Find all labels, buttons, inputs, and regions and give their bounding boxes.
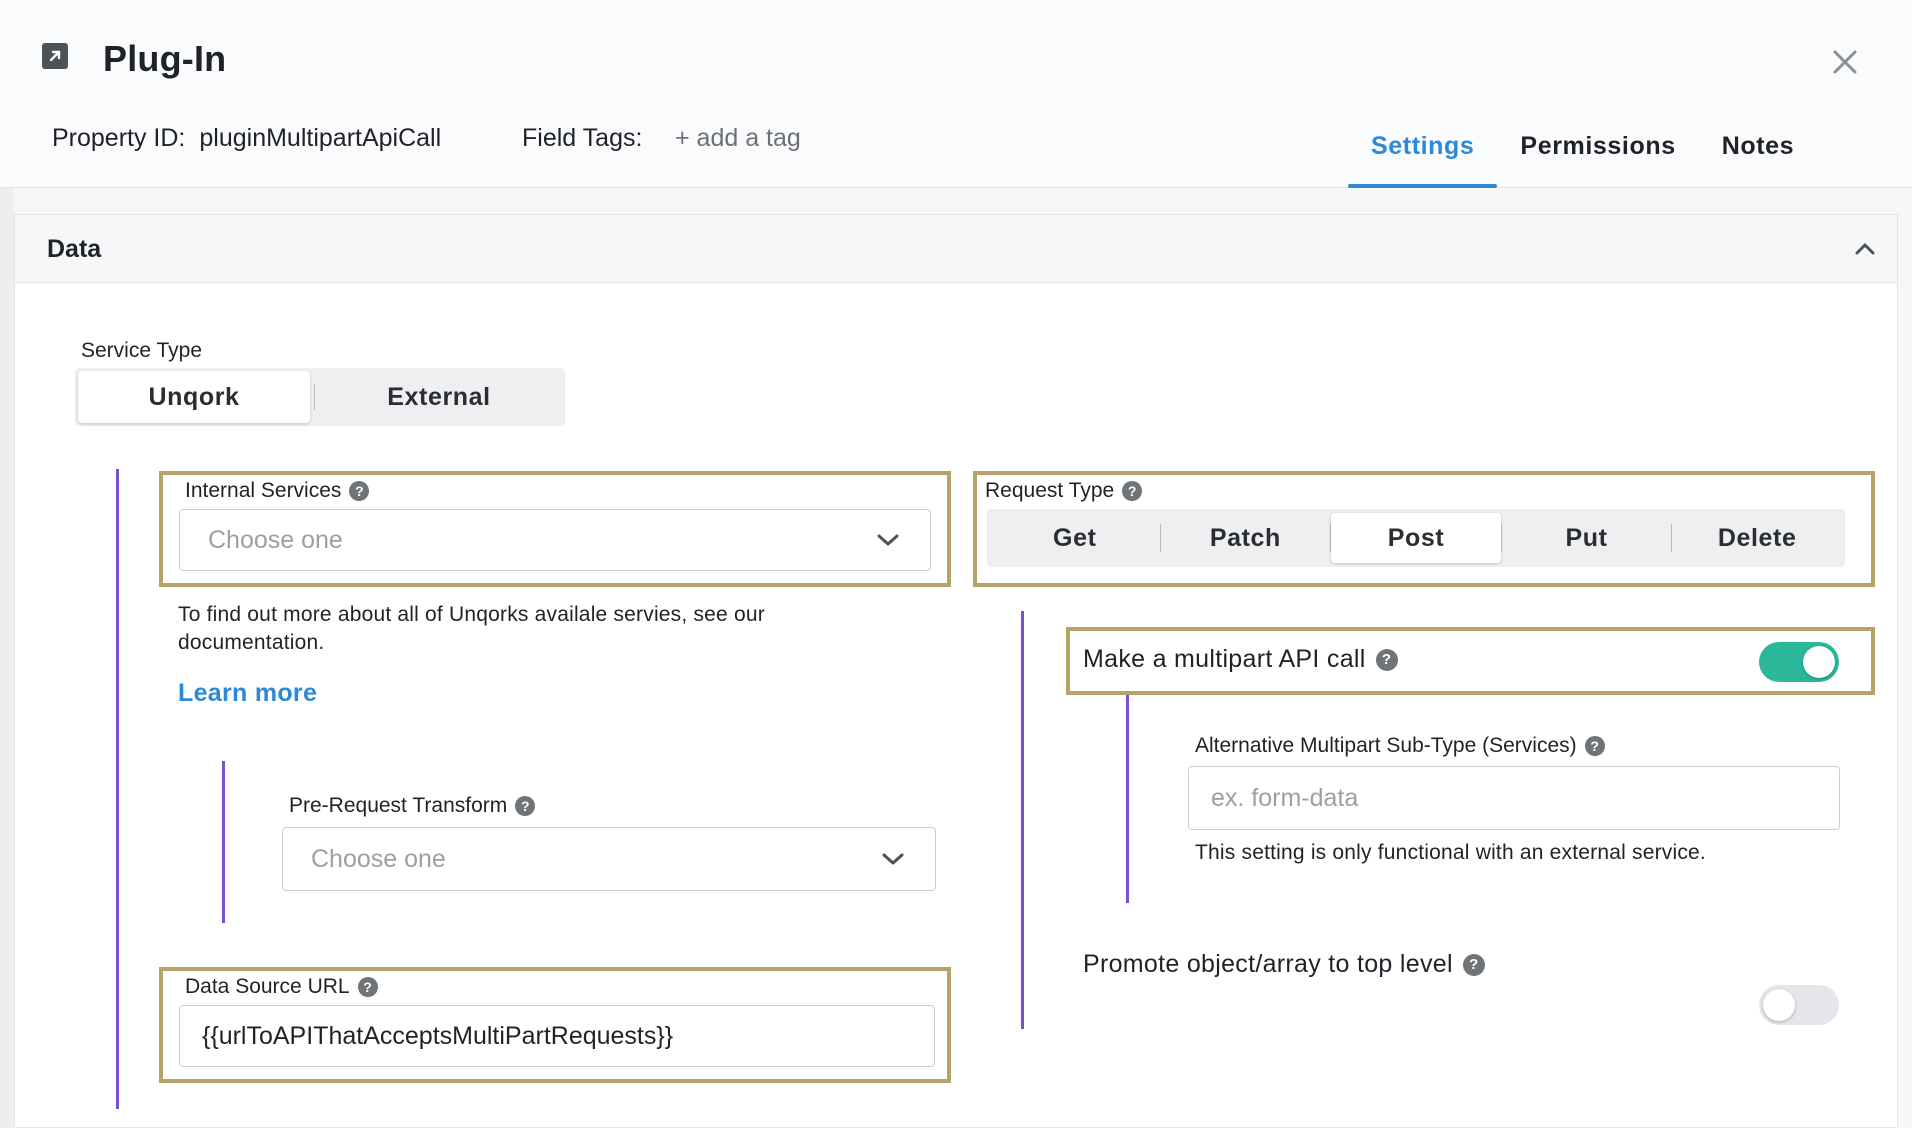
request-type-patch[interactable]: Patch [1161,513,1331,563]
modal-header: Plug-In Property ID: pluginMultipartApiCa… [0,0,1912,188]
data-panel: Data Service Type Unqork External Intern… [14,214,1898,1128]
chevron-down-icon [882,853,904,865]
chevron-down-icon [877,534,899,546]
multipart-label: Make a multipart API call ? [1083,645,1398,674]
pre-request-transform-placeholder: Choose one [311,844,446,873]
service-type-toggle: Unqork External [75,368,565,426]
promote-label-text: Promote object/array to top level [1083,950,1453,978]
alt-subtype-label-text: Alternative Multipart Sub-Type (Services… [1195,734,1577,757]
external-link-icon [42,43,68,69]
pre-request-transform-select[interactable]: Choose one [282,827,936,891]
close-button[interactable] [1827,44,1863,80]
pre-request-transform-label-text: Pre-Request Transform [289,794,508,817]
nesting-line-multipart [1126,695,1129,903]
property-id-label: Property ID: [52,124,186,152]
service-type-unqork[interactable]: Unqork [78,371,310,423]
internal-services-select[interactable]: Choose one [179,509,931,571]
data-source-url-input[interactable]: {{urlToAPIThatAcceptsMultiPartRequests}} [179,1005,935,1067]
internal-services-placeholder: Choose one [208,525,343,554]
request-type-toggle: Get Patch Post Put Delete [987,509,1845,567]
help-icon[interactable]: ? [349,481,370,501]
panel-title: Data [47,235,102,263]
segment-divider [314,384,315,410]
learn-more-link[interactable]: Learn more [178,679,317,708]
service-type-external[interactable]: External [319,371,559,423]
help-icon[interactable]: ? [1462,953,1485,976]
promote-label: Promote object/array to top level ? [1083,950,1485,979]
tab-notes[interactable]: Notes [1699,128,1817,188]
property-id-value: pluginMultipartApiCall [199,124,442,152]
request-type-post[interactable]: Post [1331,513,1501,563]
help-icon[interactable]: ? [515,796,536,816]
tab-permissions[interactable]: Permissions [1497,128,1698,188]
request-type-label: Request Type ? [985,479,1143,503]
data-panel-header[interactable]: Data [15,215,1897,283]
multipart-toggle[interactable] [1759,642,1839,682]
help-icon[interactable]: ? [357,977,378,997]
services-help-text: To find out more about all of Unqorks av… [178,603,765,654]
field-tags-label: Field Tags: [522,124,643,152]
pre-request-transform-label: Pre-Request Transform ? [289,794,536,818]
request-type-delete[interactable]: Delete [1672,513,1842,563]
promote-toggle[interactable] [1759,985,1839,1025]
data-source-url-label: Data Source URL ? [185,975,378,999]
property-id: Property ID: pluginMultipartApiCall [52,124,441,153]
close-icon[interactable] [1832,49,1858,75]
chevron-up-icon[interactable] [1851,235,1879,263]
background-strip [0,188,14,1128]
multipart-label-text: Make a multipart API call [1083,645,1366,673]
service-type-label: Service Type [81,339,203,362]
nesting-line-right [1021,611,1024,1029]
toggle-knob [1803,646,1835,678]
alt-subtype-input[interactable]: ex. form-data [1188,766,1840,830]
request-type-get[interactable]: Get [990,513,1160,563]
add-tag-link[interactable]: + add a tag [675,124,801,153]
data-source-url-label-text: Data Source URL [185,975,350,998]
help-icon[interactable]: ? [1584,736,1605,756]
internal-services-label: Internal Services ? [185,479,370,503]
internal-services-label-text: Internal Services [185,479,342,502]
nesting-line-pre-request [222,761,225,923]
toggle-knob [1763,989,1795,1021]
nesting-line-left [116,469,119,1109]
alt-subtype-note: This setting is only functional with an … [1195,841,1706,864]
request-type-put[interactable]: Put [1502,513,1672,563]
help-icon[interactable]: ? [1375,648,1398,671]
tab-settings[interactable]: Settings [1348,128,1498,188]
request-type-label-text: Request Type [985,479,1115,502]
help-icon[interactable]: ? [1122,481,1143,501]
settings-tabs: Settings Permissions Notes [1348,128,1817,188]
modal-title: Plug-In [103,38,227,79]
alt-subtype-label: Alternative Multipart Sub-Type (Services… [1195,734,1605,758]
